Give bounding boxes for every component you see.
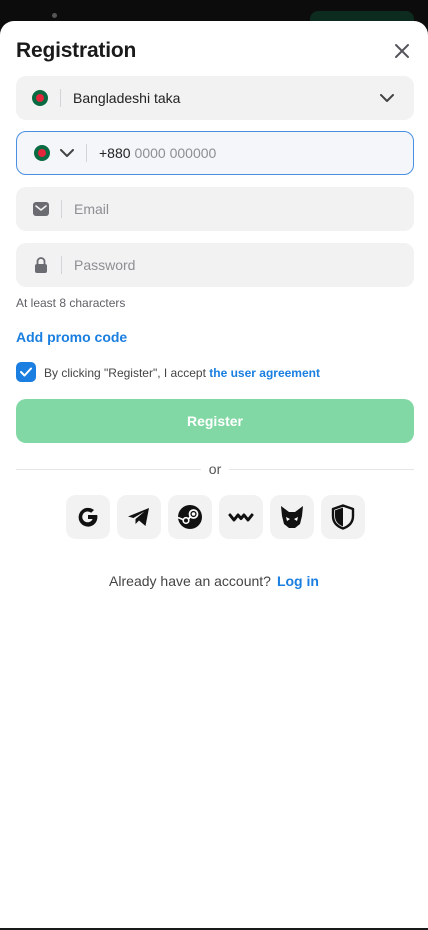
add-promo-code-link[interactable]: Add promo code — [16, 329, 127, 345]
telegram-icon — [128, 508, 149, 526]
background-dot — [52, 13, 57, 18]
field-separator — [60, 89, 61, 107]
currency-select[interactable]: Bangladeshi taka — [16, 76, 414, 120]
lock-icon — [35, 257, 47, 273]
divider-line — [16, 468, 201, 470]
steam-icon — [177, 505, 202, 529]
password-placeholder: Password — [74, 257, 136, 273]
wallet-icon — [228, 513, 254, 522]
close-button[interactable] — [388, 37, 416, 65]
wallet-login-button[interactable] — [219, 495, 263, 539]
shield-icon — [331, 504, 355, 530]
phone-field[interactable]: +880 0000 000000 — [16, 131, 414, 175]
registration-sheet: Registration Bangladeshi taka +880 0000 … — [0, 21, 428, 930]
login-prompt: Already have an account? Log in — [0, 573, 428, 589]
password-hint: At least 8 characters — [16, 296, 126, 310]
google-login-button[interactable] — [66, 495, 110, 539]
or-label: or — [208, 461, 222, 477]
bangladesh-flag-icon — [32, 90, 48, 106]
metamask-icon — [281, 506, 303, 528]
bangladesh-flag-icon — [34, 145, 50, 161]
email-field[interactable]: Email — [16, 187, 414, 231]
chevron-down-icon — [380, 94, 394, 102]
login-question: Already have an account? — [109, 573, 271, 589]
agreement-text-row: By clicking "Register", I accept the use… — [44, 366, 320, 380]
steam-login-button[interactable] — [168, 495, 212, 539]
field-separator — [61, 256, 62, 274]
social-login-row — [66, 495, 365, 539]
agreement-text: By clicking "Register", I accept — [44, 366, 206, 380]
page-title: Registration — [16, 39, 137, 62]
user-agreement-link[interactable]: the user agreement — [209, 366, 320, 380]
agreement-checkbox[interactable] — [16, 362, 36, 382]
shield-login-button[interactable] — [321, 495, 365, 539]
field-separator — [86, 144, 87, 162]
phone-country-code: +880 — [99, 145, 131, 161]
google-icon — [78, 507, 98, 527]
divider-line — [229, 468, 415, 470]
password-field[interactable]: Password — [16, 243, 414, 287]
or-divider: or — [16, 461, 415, 477]
chevron-down-icon[interactable] — [60, 149, 74, 157]
register-button[interactable]: Register — [16, 399, 414, 443]
metamask-login-button[interactable] — [270, 495, 314, 539]
checkmark-icon — [20, 367, 32, 377]
email-placeholder: Email — [74, 201, 110, 217]
mail-icon — [33, 202, 49, 216]
field-separator — [61, 200, 62, 218]
telegram-login-button[interactable] — [117, 495, 161, 539]
currency-value: Bangladeshi taka — [73, 90, 181, 106]
close-icon — [395, 44, 409, 58]
phone-input-placeholder[interactable]: 0000 000000 — [135, 145, 217, 161]
login-link[interactable]: Log in — [277, 573, 319, 589]
